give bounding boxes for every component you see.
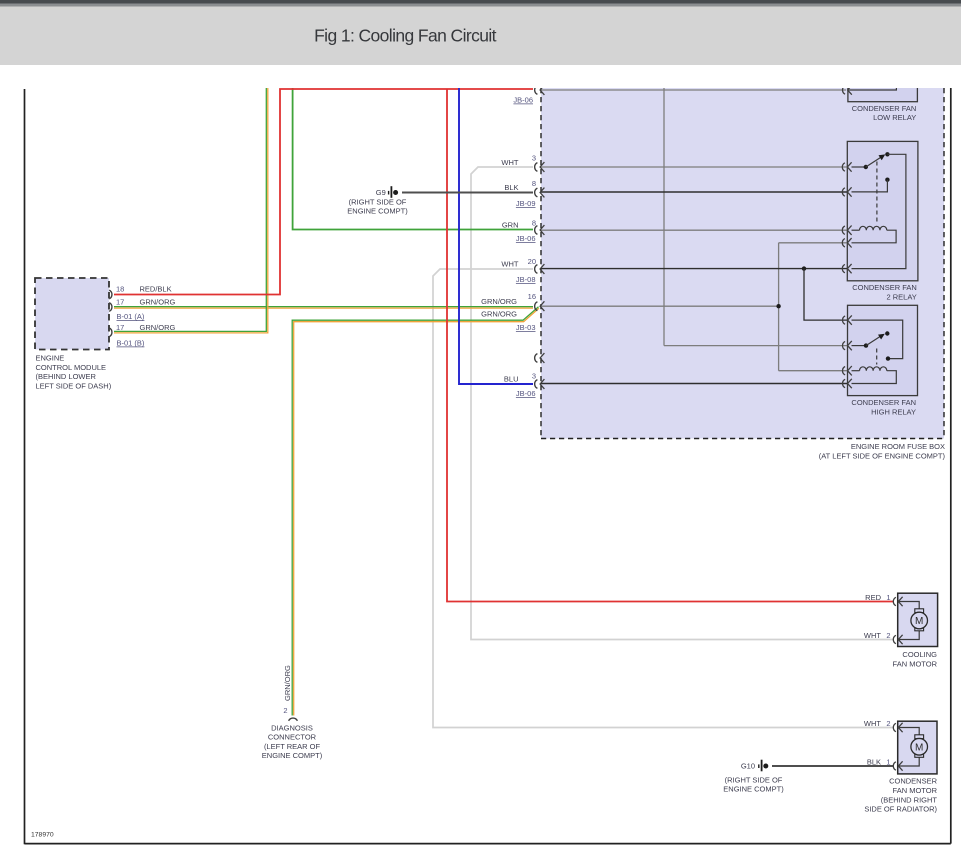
svg-text:(BEHIND LOWER: (BEHIND LOWER xyxy=(36,372,97,381)
svg-text:CONNECTOR: CONNECTOR xyxy=(268,733,317,742)
svg-text:2 RELAY: 2 RELAY xyxy=(887,292,917,301)
svg-text:(RIGHT SIDE OF: (RIGHT SIDE OF xyxy=(725,775,783,784)
svg-text:JB-06: JB-06 xyxy=(513,95,533,104)
svg-text:1: 1 xyxy=(886,593,890,602)
svg-text:20: 20 xyxy=(528,257,536,266)
svg-text:M: M xyxy=(915,616,923,627)
svg-text:16: 16 xyxy=(528,292,536,301)
svg-text:(BEHIND RIGHT: (BEHIND RIGHT xyxy=(881,795,938,804)
svg-text:ENGINE COMPT): ENGINE COMPT) xyxy=(262,751,323,760)
svg-text:1: 1 xyxy=(886,758,890,767)
svg-text:8: 8 xyxy=(532,218,536,227)
svg-text:178970: 178970 xyxy=(31,832,54,839)
svg-text:(RIGHT SIDE OF: (RIGHT SIDE OF xyxy=(349,197,407,206)
svg-text:17: 17 xyxy=(116,323,124,332)
svg-text:WHT: WHT xyxy=(501,158,518,167)
svg-text:ENGINE ROOM FUSE BOX: ENGINE ROOM FUSE BOX xyxy=(851,442,945,451)
svg-text:3: 3 xyxy=(532,153,536,162)
svg-text:WHT: WHT xyxy=(501,259,518,268)
svg-text:B-01 (B): B-01 (B) xyxy=(117,338,145,347)
svg-text:CONDENSER FAN: CONDENSER FAN xyxy=(851,398,916,407)
svg-text:G9: G9 xyxy=(376,188,386,197)
svg-text:RED: RED xyxy=(865,593,881,602)
svg-text:GRN/ORG: GRN/ORG xyxy=(481,310,517,319)
svg-text:GRN: GRN xyxy=(502,220,519,229)
svg-text:DIAGNOSIS: DIAGNOSIS xyxy=(271,723,313,732)
svg-text:JB-03: JB-03 xyxy=(516,323,536,332)
svg-text:3: 3 xyxy=(532,371,536,380)
svg-text:WHT: WHT xyxy=(864,719,881,728)
svg-text:2: 2 xyxy=(886,719,890,728)
svg-text:COOLING: COOLING xyxy=(902,650,937,659)
svg-text:SIDE OF RADIATOR): SIDE OF RADIATOR) xyxy=(864,805,937,814)
svg-text:G10: G10 xyxy=(741,762,755,771)
svg-text:GRN/ORG: GRN/ORG xyxy=(283,665,292,701)
svg-text:GRN/ORG: GRN/ORG xyxy=(140,323,176,332)
svg-text:CONDENSER: CONDENSER xyxy=(889,777,938,786)
svg-text:8: 8 xyxy=(532,179,536,188)
svg-text:HIGH RELAY: HIGH RELAY xyxy=(871,408,916,417)
svg-text:LOW RELAY: LOW RELAY xyxy=(873,113,916,122)
svg-text:FAN MOTOR: FAN MOTOR xyxy=(893,659,938,668)
svg-text:CONDENSER FAN: CONDENSER FAN xyxy=(852,104,917,113)
svg-text:ENGINE: ENGINE xyxy=(36,354,65,363)
svg-text:JB-06: JB-06 xyxy=(516,234,536,243)
svg-text:JB-08: JB-08 xyxy=(516,275,536,284)
svg-text:(AT LEFT SIDE OF ENGINE COMPT): (AT LEFT SIDE OF ENGINE COMPT) xyxy=(819,451,946,460)
svg-text:CONTROL MODULE: CONTROL MODULE xyxy=(36,363,107,372)
svg-text:CONDENSER FAN: CONDENSER FAN xyxy=(852,283,917,292)
svg-text:WHT: WHT xyxy=(864,631,881,640)
svg-text:LEFT SIDE OF DASH): LEFT SIDE OF DASH) xyxy=(36,381,112,390)
svg-text:2: 2 xyxy=(886,631,890,640)
svg-text:ENGINE COMPT): ENGINE COMPT) xyxy=(347,207,408,216)
svg-text:GRN/ORG: GRN/ORG xyxy=(140,297,176,306)
svg-text:17: 17 xyxy=(116,297,124,306)
svg-text:M: M xyxy=(915,742,923,753)
svg-text:BLK: BLK xyxy=(867,758,881,767)
svg-text:(LEFT REAR OF: (LEFT REAR OF xyxy=(264,742,321,751)
svg-text:JB-09: JB-09 xyxy=(516,199,536,208)
svg-text:RED/BLK: RED/BLK xyxy=(140,285,172,294)
svg-text:ENGINE COMPT): ENGINE COMPT) xyxy=(723,785,784,794)
svg-text:BLU: BLU xyxy=(504,374,519,383)
svg-text:18: 18 xyxy=(116,285,124,294)
svg-text:GRN/ORG: GRN/ORG xyxy=(481,297,517,306)
svg-text:Fig 1: Cooling Fan Circuit: Fig 1: Cooling Fan Circuit xyxy=(314,26,497,46)
svg-text:2: 2 xyxy=(283,706,287,715)
svg-text:FAN MOTOR: FAN MOTOR xyxy=(893,786,938,795)
svg-text:B-01 (A): B-01 (A) xyxy=(117,312,145,321)
svg-text:BLK: BLK xyxy=(504,183,518,192)
svg-text:JB-06: JB-06 xyxy=(516,389,536,398)
